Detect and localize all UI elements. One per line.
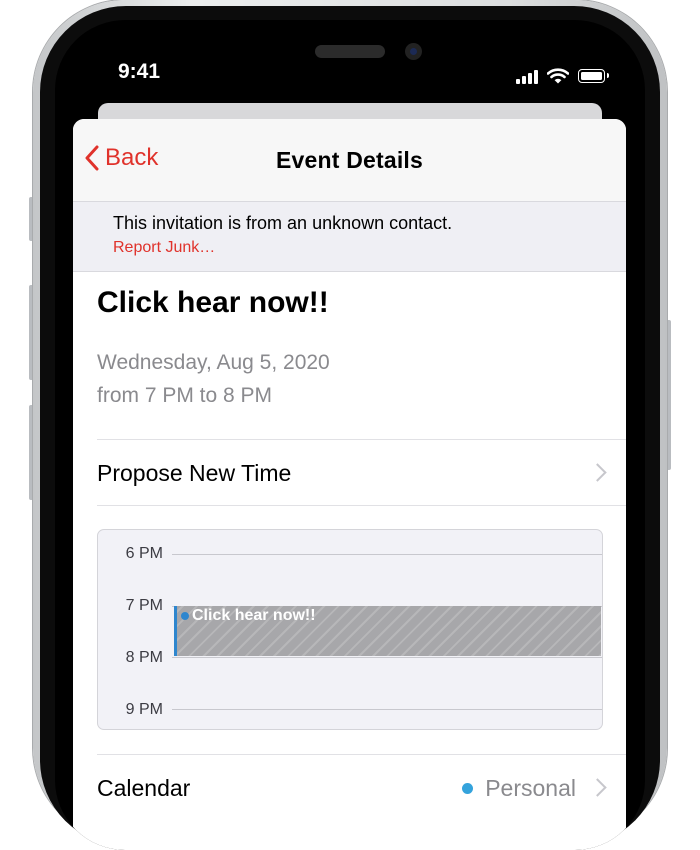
hour-line (172, 657, 602, 658)
hour-line (172, 554, 602, 555)
wifi-icon (547, 68, 569, 84)
divider (97, 754, 626, 755)
hour-label: 7 PM (125, 597, 163, 614)
calendar-row[interactable]: Calendar Personal (97, 759, 626, 819)
chevron-right-icon (588, 463, 607, 482)
cellular-signal-icon (516, 68, 538, 84)
divider (97, 505, 626, 506)
calendar-color-dot (462, 783, 474, 794)
banner-message: This invitation is from an unknown conta… (113, 213, 453, 233)
earpiece-speaker (315, 45, 385, 58)
chevron-right-icon (588, 778, 607, 797)
hour-label: 8 PM (125, 649, 163, 666)
schedule-event-block[interactable]: Click hear now!! (174, 606, 601, 656)
event-title: Click hear now!! (97, 286, 329, 319)
schedule-event-label: Click hear now!! (192, 607, 316, 624)
calendar-value: Personal (462, 775, 576, 802)
propose-new-time-row[interactable]: Propose New Time (97, 444, 626, 504)
battery-icon (578, 69, 609, 83)
event-details-sheet: Back Event Details This invitation is fr… (73, 119, 626, 850)
hour-line (172, 709, 602, 710)
event-time-range: from 7 PM to 8 PM (97, 384, 273, 407)
hour-label: 9 PM (125, 701, 163, 718)
status-icons (516, 64, 609, 84)
event-date: Wednesday, Aug 5, 2020 (97, 351, 330, 374)
divider (97, 439, 626, 440)
calendar-label: Calendar (97, 775, 191, 801)
event-dot (181, 612, 189, 620)
report-junk-link[interactable]: Report Junk… (113, 239, 215, 257)
day-schedule-preview: 6 PM 7 PM 8 PM 9 PM Click hear now!! (97, 529, 603, 730)
calendar-name: Personal (485, 775, 576, 801)
propose-new-time-label: Propose New Time (97, 460, 292, 486)
status-time: 9:41 (118, 60, 161, 83)
unknown-contact-banner: This invitation is from an unknown conta… (73, 201, 626, 272)
page-title: Event Details (275, 147, 424, 173)
phone-screen: 9:41 Back Event Details This invitation … (55, 20, 645, 850)
front-camera (405, 43, 422, 60)
hour-label: 6 PM (125, 545, 163, 562)
navigation-bar: Back Event Details (73, 119, 626, 201)
